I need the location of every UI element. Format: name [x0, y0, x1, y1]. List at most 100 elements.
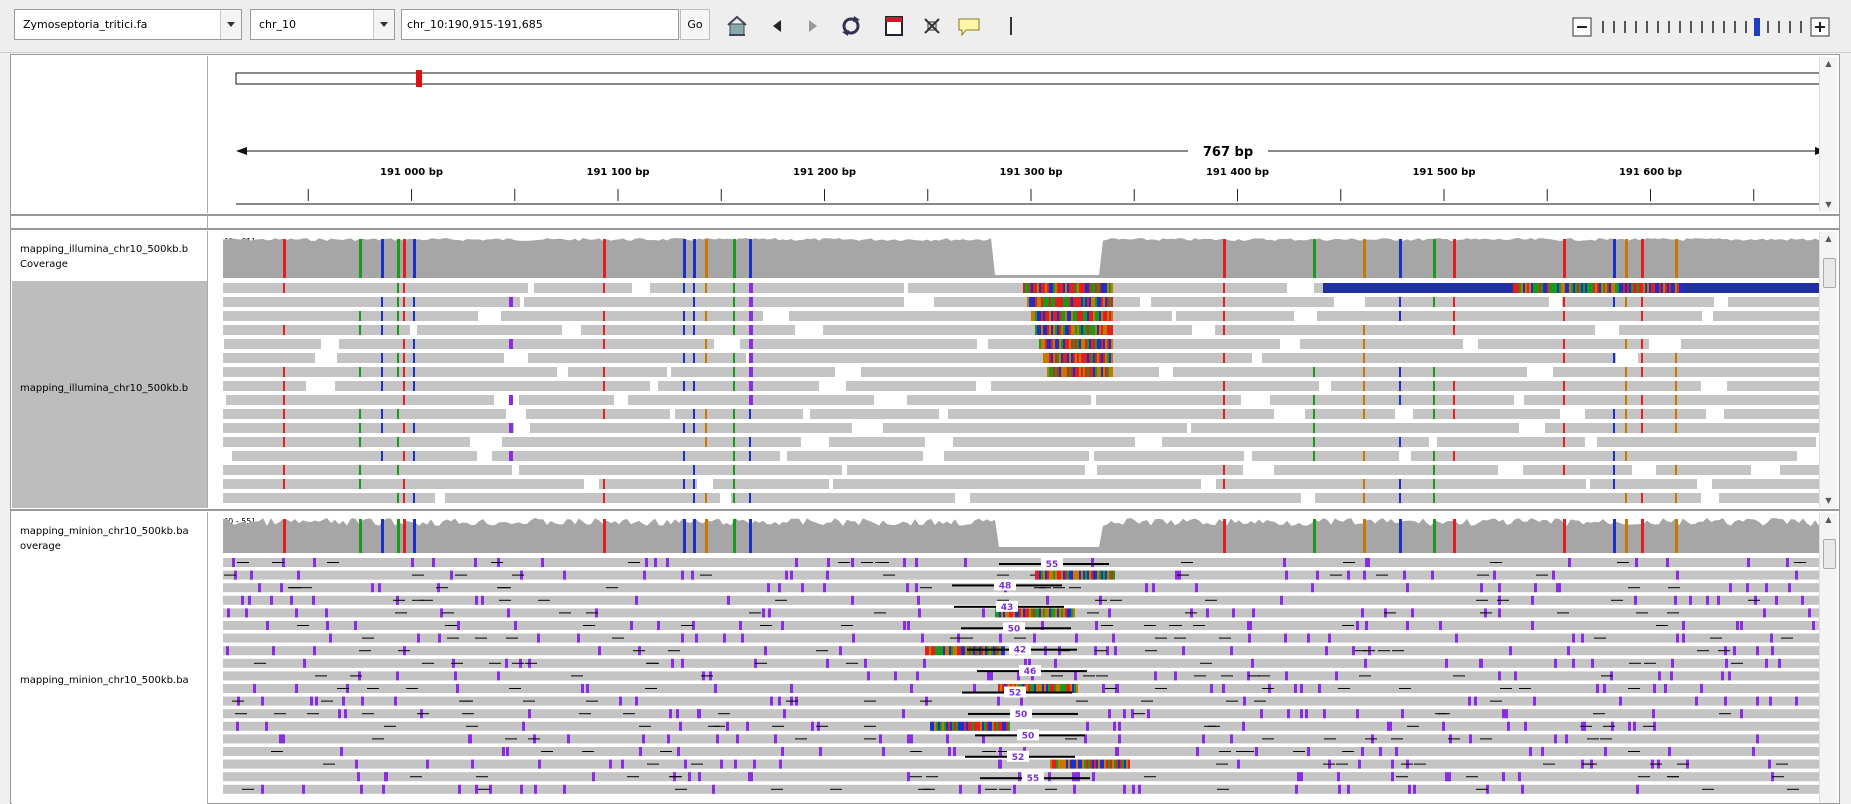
- read: [1331, 381, 1701, 391]
- mismatch-block: [1027, 297, 1029, 307]
- read-snv: [603, 283, 605, 293]
- deletion: [1376, 574, 1388, 576]
- read-snv: [1625, 451, 1627, 461]
- read: [528, 353, 746, 363]
- mismatch-block: [972, 721, 974, 731]
- deletion: [1396, 776, 1408, 778]
- insertion: [506, 747, 509, 756]
- refresh-icon[interactable]: [839, 14, 863, 38]
- mismatch-block: [939, 646, 941, 656]
- ruler-line-icon[interactable]: [999, 14, 1023, 38]
- insertion: [1356, 621, 1359, 630]
- mismatch-block: [1086, 759, 1088, 769]
- deletion: [1095, 599, 1107, 601]
- mismatch-block: [1083, 325, 1085, 335]
- deletion: [910, 776, 922, 778]
- read-snv: [1625, 493, 1627, 503]
- mismatch-block: [973, 646, 975, 656]
- region-icon[interactable]: [882, 14, 906, 38]
- insertion: [505, 658, 508, 668]
- minion-coverage-track-name[interactable]: mapping_minion_chr10_500kb.ba: [20, 526, 189, 537]
- insertion: [1347, 784, 1350, 794]
- mismatch-block: [1109, 570, 1111, 580]
- insertion: [302, 784, 305, 794]
- insertion: [454, 671, 457, 681]
- zoom-out-icon[interactable]: [1572, 17, 1592, 37]
- mismatch-block: [1537, 283, 1539, 293]
- read-snv: [1313, 451, 1315, 461]
- read-snv: [1313, 437, 1315, 447]
- mismatch-block: [987, 646, 989, 656]
- read-snv: [403, 353, 405, 363]
- ruler-tick-label: 191 500 bp: [1412, 167, 1475, 178]
- minion-alignment-track-name[interactable]: mapping_minion_chr10_500kb.ba: [20, 675, 189, 686]
- home-icon[interactable]: [725, 14, 749, 38]
- mismatch-block: [1021, 608, 1023, 618]
- zoom-in-icon[interactable]: [1810, 17, 1830, 37]
- deletion: [1794, 562, 1806, 563]
- read-snv: [1563, 381, 1565, 391]
- insertion: [261, 784, 264, 794]
- mismatch-block: [1071, 367, 1073, 377]
- mismatch-block: [1607, 283, 1609, 293]
- zoom-ticks[interactable]: [1602, 18, 1802, 36]
- deletion: [772, 725, 784, 727]
- mismatch-block: [1101, 297, 1103, 307]
- deletion: [760, 625, 772, 626]
- zoom-slider[interactable]: [1572, 16, 1830, 38]
- deletion: [447, 637, 459, 639]
- header-scrollbar[interactable]: ▲ ▼: [1819, 57, 1837, 212]
- back-icon[interactable]: [765, 14, 789, 38]
- mismatch-block: [940, 721, 942, 731]
- read-snv: [705, 493, 707, 503]
- mismatch-block: [1061, 325, 1063, 335]
- insertion: [619, 696, 622, 706]
- mismatch-block: [1057, 297, 1059, 307]
- popup-icon[interactable]: [957, 14, 981, 38]
- illumina-scrollbar[interactable]: ▲ ▼: [1819, 232, 1837, 508]
- minion-scrollbar[interactable]: ▲: [1819, 513, 1837, 803]
- mismatch-block: [1039, 283, 1041, 293]
- insertion: [852, 633, 855, 643]
- mismatch-block: [1553, 283, 1555, 293]
- mismatch-block: [1103, 325, 1105, 335]
- deletion: [1258, 675, 1270, 677]
- read-snv: [749, 493, 751, 503]
- illumina-alignment-view[interactable]: [0 - 61]: [223, 235, 1823, 507]
- ruler-panel[interactable]: 767 bp 191 000 bp 191 100 bp 191 200 bp 191…: [223, 61, 1823, 209]
- insertion: [258, 583, 261, 593]
- mismatch-block: [1027, 283, 1029, 293]
- insertion: [1808, 608, 1811, 618]
- insertion: [1335, 671, 1338, 681]
- insertion: [681, 633, 684, 643]
- resize-icon[interactable]: [920, 14, 944, 38]
- genome-dropdown[interactable]: Zymoseptoria_tritici.fa: [14, 9, 242, 40]
- mismatch-block: [925, 646, 927, 656]
- deletion: [1536, 574, 1548, 576]
- mismatch-block: [966, 721, 968, 731]
- deletion: [926, 776, 938, 778]
- deletion: [1490, 562, 1502, 563]
- splitter[interactable]: [10, 215, 1840, 229]
- coverage-snv-bar: [749, 519, 752, 553]
- zoom-tick: [1635, 21, 1637, 33]
- illumina-coverage-track-name[interactable]: mapping_illumina_chr10_500kb.b: [20, 244, 188, 255]
- locus-input[interactable]: chr_10:190,915-191,685: [401, 9, 679, 40]
- read: [223, 558, 1823, 567]
- insertion: [1325, 646, 1328, 656]
- insertion: [1379, 747, 1382, 756]
- chromosome-dropdown[interactable]: chr_10: [250, 9, 395, 40]
- insertion: [1210, 684, 1213, 693]
- deletion: [1219, 751, 1231, 752]
- illumina-alignment-track-name[interactable]: mapping_illumina_chr10_500kb.b: [20, 383, 188, 394]
- mismatch-block: [1633, 283, 1635, 293]
- go-button[interactable]: Go: [680, 9, 710, 40]
- chromosome-ideogram[interactable]: [235, 72, 1823, 85]
- forward-icon[interactable]: [801, 14, 825, 38]
- minion-alignment-view[interactable]: [0 - 55] 5548435042465250505255: [223, 515, 1823, 803]
- mismatch-block: [1069, 325, 1071, 335]
- insertion: [1664, 684, 1667, 693]
- mismatch-block: [1002, 721, 1004, 731]
- deletion: [816, 725, 828, 727]
- insertion: [671, 658, 674, 668]
